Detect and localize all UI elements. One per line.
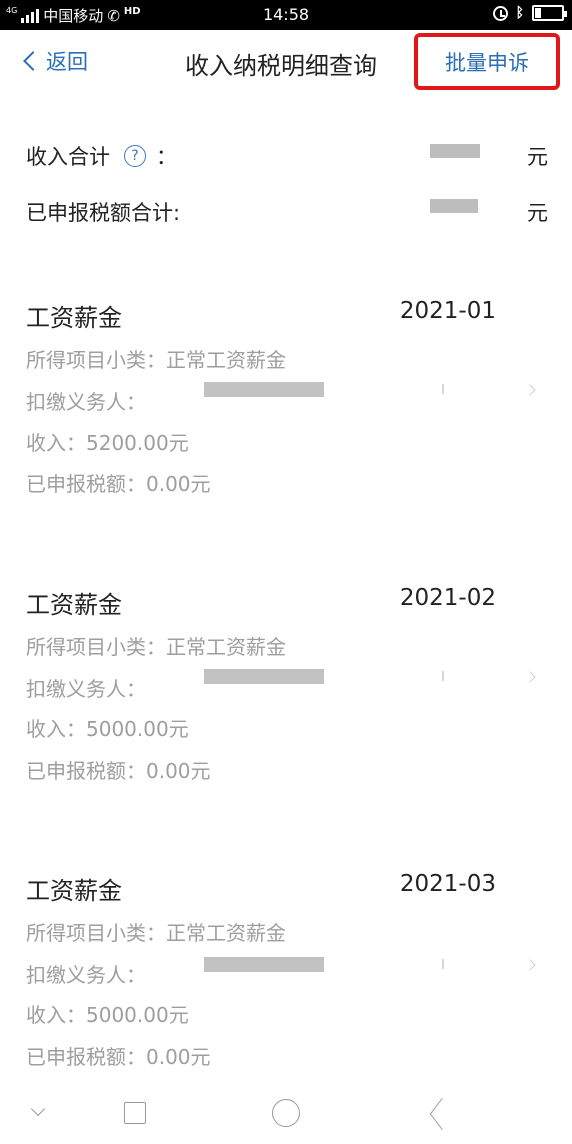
record-income: 收入：5000.00元 xyxy=(26,1003,189,1027)
redacted-value xyxy=(204,669,324,684)
record-title: 工资薪金 xyxy=(26,877,122,905)
faint-mark xyxy=(442,384,444,394)
battery-icon xyxy=(532,5,567,21)
chevron-right-icon xyxy=(524,959,536,971)
record-tax: 已申报税额：0.00元 xyxy=(26,1045,211,1069)
record-tax: 已申报税额：0.00元 xyxy=(26,472,211,496)
faint-mark xyxy=(442,671,444,681)
record-date: 2021-02 xyxy=(399,585,496,611)
record-title: 工资薪金 xyxy=(26,304,122,332)
income-total-label: 收入合计 xyxy=(26,145,110,169)
faint-mark xyxy=(442,959,444,969)
tax-total-row: 已申报税额合计: 元 xyxy=(26,194,548,230)
record-subcategory: 所得项目小类：正常工资薪金 xyxy=(26,348,286,372)
status-time: 14:58 xyxy=(262,5,310,24)
back-button[interactable]: 返回 xyxy=(20,46,88,76)
batch-appeal-label: 批量申诉 xyxy=(445,50,529,75)
app-header: 收入纳税明细查询 返回 批量申诉 xyxy=(0,30,572,96)
list-item[interactable]: 工资薪金 2021-02 所得项目小类：正常工资薪金 扣缴义务人： 收入：500… xyxy=(26,585,548,785)
record-title: 工资薪金 xyxy=(26,591,122,619)
chevron-right-icon xyxy=(524,384,536,396)
bluetooth-icon: ᛒ xyxy=(515,5,524,21)
back-triangle-icon[interactable] xyxy=(429,1097,455,1131)
record-income: 收入：5200.00元 xyxy=(26,431,189,455)
record-subcategory: 所得项目小类：正常工资薪金 xyxy=(26,635,286,659)
help-icon[interactable]: ? xyxy=(124,145,146,167)
tax-total-label: 已申报税额合计: xyxy=(26,201,181,225)
record-tax: 已申报税额：0.00元 xyxy=(26,759,211,783)
record-subcategory: 所得项目小类：正常工资薪金 xyxy=(26,921,286,945)
status-right: ᛒ xyxy=(492,5,567,21)
income-total-colon: ： xyxy=(156,145,177,169)
chevron-left-icon xyxy=(23,51,43,71)
status-bar: 4G 中国移动 ✆ HD 14:58 ᛒ xyxy=(0,0,572,30)
income-total-unit: 元 xyxy=(527,145,548,169)
chevron-right-icon xyxy=(524,671,536,683)
record-withholder-label: 扣缴义务人： xyxy=(26,390,146,414)
back-label: 返回 xyxy=(46,50,88,74)
system-nav-bar xyxy=(0,1084,572,1144)
record-withholder-label: 扣缴义务人： xyxy=(26,963,146,987)
recents-icon[interactable] xyxy=(124,1102,146,1124)
redacted-value xyxy=(204,957,324,972)
redacted-value xyxy=(204,382,324,397)
record-date: 2021-01 xyxy=(399,298,496,324)
list-item[interactable]: 工资薪金 2021-01 所得项目小类：正常工资薪金 扣缴义务人： 收入：520… xyxy=(26,298,548,498)
alarm-icon xyxy=(492,5,508,21)
record-date: 2021-03 xyxy=(399,871,496,897)
batch-appeal-button[interactable]: 批量申诉 xyxy=(414,33,560,90)
record-withholder-label: 扣缴义务人： xyxy=(26,677,146,701)
redacted-value xyxy=(430,144,480,158)
chevron-down-icon[interactable] xyxy=(30,1101,46,1117)
record-income: 收入：5000.00元 xyxy=(26,717,189,741)
list-item[interactable]: 工资薪金 2021-03 所得项目小类：正常工资薪金 扣缴义务人： 收入：500… xyxy=(26,871,548,1071)
redacted-value xyxy=(430,199,478,213)
tax-total-unit: 元 xyxy=(527,201,548,225)
income-total-row: 收入合计 ? ： 元 xyxy=(26,138,548,174)
home-icon[interactable] xyxy=(272,1099,300,1127)
